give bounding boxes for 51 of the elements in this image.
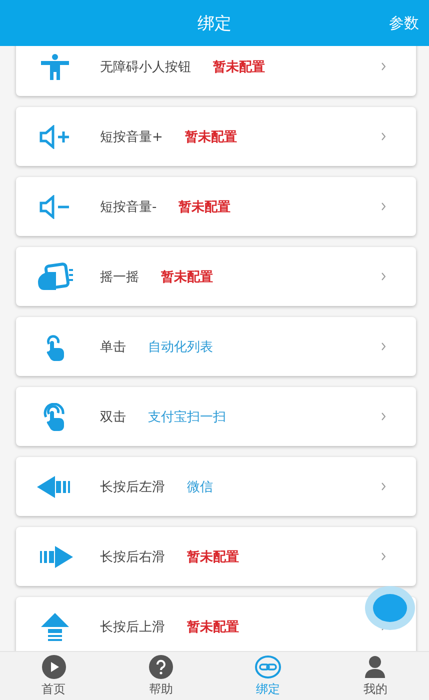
help-icon [148,654,173,678]
binding-value: 暂未配置 [184,128,237,146]
binding-value: 暂未配置 [213,58,265,76]
right-arrow-icon [37,544,73,568]
binding-value: 暂未配置 [161,268,213,286]
play-icon [42,654,66,678]
chevron-icon [381,342,386,351]
binding-card[interactable]: 短按音量+ 暂未配置 [16,107,416,166]
up-arrow-icon [41,612,69,640]
binding-card[interactable]: 双击 支付宝扫一扫 [16,387,416,446]
binding-card[interactable]: 长按后左滑 微信 [16,457,416,516]
floating-button[interactable] [365,586,415,630]
binding-label: 长按后左滑 [100,478,165,496]
chevron-icon [381,132,386,141]
page-title: 绑定 [198,12,232,34]
binding-label: 短按音量+ [100,128,163,146]
user-icon [364,654,386,678]
binding-label: 长按后上滑 [100,618,165,636]
tab[interactable]: 我的 [322,652,429,700]
binding-label: 摇一摇 [100,268,139,286]
binding-value: 自动化列表 [148,338,213,356]
binding-card[interactable]: 单击 自动化列表 [16,317,416,376]
chevron-icon [381,202,386,211]
binding-value: 支付宝扫一扫 [148,408,226,426]
chevron-icon [381,62,386,71]
binding-value: 暂未配置 [187,548,239,566]
binding-card[interactable]: 摇一摇 暂未配置 [16,247,416,306]
chevron-icon [381,272,386,281]
binding-value: 暂未配置 [187,618,239,636]
chevron-icon [381,552,386,561]
binding-value: 暂未配置 [178,198,231,216]
binding-label: 短按音量- [100,198,157,216]
binding-label: 单击 [100,338,126,356]
binding-card[interactable]: 长按后右滑 暂未配置 [16,527,416,586]
left-arrow-icon [37,474,73,498]
binding-card[interactable]: 短按音量- 暂未配置 [16,177,416,236]
binding-value: 微信 [187,478,213,496]
person-icon [40,54,70,80]
shake-phone-icon [36,262,74,292]
binding-label: 长按后右滑 [100,548,165,566]
binding-label: 双击 [100,408,126,426]
chevron-icon [381,412,386,421]
chevron-icon [381,482,386,491]
link-icon [255,654,282,678]
binding-card[interactable]: 长按后上滑 暂未配置 [16,597,416,651]
tab[interactable]: 帮助 [107,652,214,700]
binding-card[interactable]: 无障碍小人按钮 暂未配置 [16,46,416,96]
volume-down-icon [39,194,71,218]
volume-up-icon [39,124,71,148]
binding-label: 无障碍小人按钮 [100,58,191,76]
tab[interactable]: 首页 [0,652,108,700]
